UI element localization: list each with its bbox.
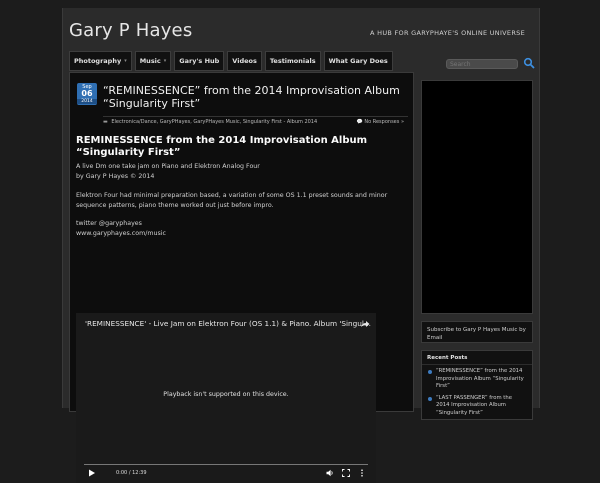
post-paragraph: Elektron Four had minimal preparation ba… — [76, 192, 388, 209]
main-content: Sep 06 2014 “REMINESSENCE” from the 2014… — [69, 72, 414, 483]
volume-icon[interactable] — [326, 469, 334, 477]
date-day: 06 — [81, 89, 93, 98]
post-meta: ▬ Electronica/Dance, GaryPHayes, GaryPHa… — [103, 116, 408, 128]
nav-item-label: Music — [139, 57, 161, 65]
post-line[interactable]: twitter @garyphayes — [76, 219, 411, 229]
nav-item-label: Gary's Hub — [179, 57, 220, 65]
video-unsupported-message: Playback isn't supported on this device. — [163, 391, 289, 398]
video-progress-bar[interactable] — [84, 464, 368, 465]
nav-item-what-gary-does[interactable]: What Gary Does — [323, 51, 393, 71]
chevron-down-icon: ▾ — [163, 58, 167, 64]
post-line: A live Dm one take jam on Piano and Elek… — [76, 163, 260, 170]
recent-posts-widget: Recent Posts “REMINESSENCE” from the 201… — [421, 350, 533, 420]
search-icon[interactable] — [523, 57, 535, 69]
share-icon[interactable] — [360, 319, 370, 329]
more-options-icon[interactable] — [358, 469, 366, 477]
recent-posts-list: “REMINESSENCE” from the 2014 Improvisati… — [422, 365, 532, 417]
play-icon[interactable] — [88, 469, 96, 477]
post-categories[interactable]: Electronica/Dance, GaryPHayes, GaryPHaye… — [111, 119, 317, 125]
site-tagline: A HUB FOR GARYPHAYE'S ONLINE UNIVERSE — [370, 29, 525, 37]
comment-icon: 💬 — [356, 119, 363, 125]
nav-item-label: Videos — [232, 57, 257, 65]
nav-item-testimonials[interactable]: Testimonials — [264, 51, 321, 71]
recent-post-item[interactable]: “REMINESSENCE” from the 2014 Improvisati… — [427, 368, 527, 391]
responses-link[interactable]: 💬 No Responses » — [357, 119, 404, 125]
post-paragraph: twitter @garyphayes www.garyphayes.com/m… — [76, 219, 411, 238]
chevron-down-icon: ▾ — [124, 58, 127, 64]
subscribe-link[interactable]: Subscribe to Gary P Hayes Music by Email — [421, 321, 533, 343]
post-line: by Gary P Hayes © 2014 — [76, 172, 155, 180]
nav-item-label: Testimonials — [269, 57, 316, 65]
post-title-link[interactable]: “REMINESSENCE” from the 2014 Improvisati… — [103, 84, 403, 110]
page-wrapper: Gary P Hayes A HUB FOR GARYPHAYE'S ONLIN… — [62, 8, 540, 483]
nav-item-videos[interactable]: Videos — [227, 51, 262, 71]
responses-label: No Responses » — [364, 119, 404, 125]
video-time: 0:00 / 12:39 — [116, 470, 147, 476]
nav-item-photography[interactable]: Photography ▾ — [69, 51, 132, 71]
date-year: 2014 — [77, 99, 97, 104]
nav-item-label: Photography — [74, 57, 122, 65]
nav-item-garys-hub[interactable]: Gary's Hub — [174, 51, 225, 71]
main-nav: Photography ▾ Music ▾ Gary's Hub Videos … — [69, 51, 393, 71]
fullscreen-icon[interactable] — [342, 469, 350, 477]
post-line[interactable]: www.garyphayes.com/music — [76, 229, 411, 239]
nav-item-music[interactable]: Music ▾ — [134, 51, 172, 71]
video-title[interactable]: 'REMINESSENCE' - Live Jam on Elektron Fo… — [85, 319, 371, 328]
sidebar-embed-box — [421, 80, 533, 314]
video-controls: 0:00 / 12:39 — [76, 461, 376, 477]
post-paragraph: A live Dm one take jam on Piano and Elek… — [76, 162, 411, 181]
video-player[interactable]: 'REMINESSENCE' - Live Jam on Elektron Fo… — [76, 313, 376, 483]
folder-icon: ▬ — [103, 119, 108, 125]
date-badge: Sep 06 2014 — [77, 83, 97, 105]
entry-title: REMINESSENCE from the 2014 Improvisation… — [76, 135, 368, 158]
recent-posts-heading: Recent Posts — [422, 351, 532, 365]
search-input[interactable] — [446, 59, 518, 69]
nav-item-label: What Gary Does — [328, 57, 388, 65]
recent-post-item[interactable]: “LAST PASSENGER” from the 2014 Improvisa… — [427, 395, 527, 418]
site-title[interactable]: Gary P Hayes — [69, 20, 192, 41]
